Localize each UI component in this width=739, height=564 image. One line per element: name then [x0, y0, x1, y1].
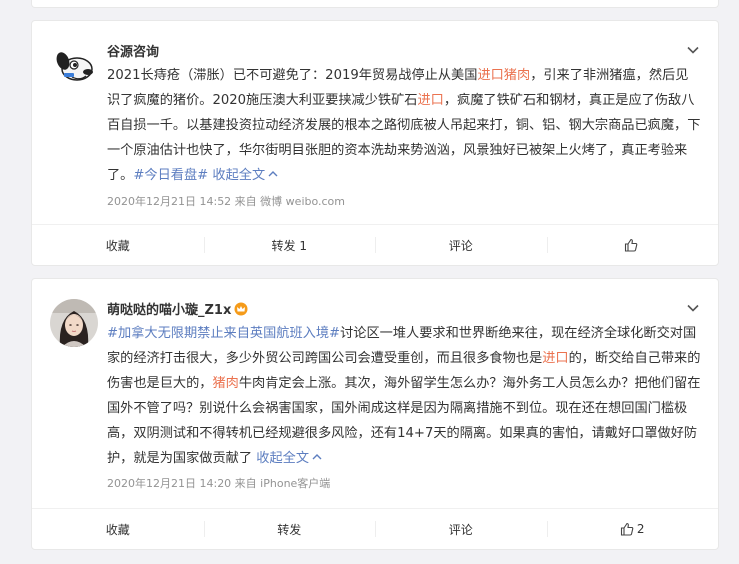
collect-button[interactable]: 收藏	[32, 509, 204, 549]
comment-button[interactable]: 评论	[375, 509, 547, 549]
topic-link[interactable]: #今日看盘#	[133, 168, 208, 183]
topic-link[interactable]: #加拿大无限期禁止来自英国航班入境#	[107, 326, 340, 341]
collapse-link[interactable]: 收起全文	[208, 168, 265, 183]
keyword-highlight: 进口	[542, 351, 569, 366]
chevron-up-icon[interactable]	[267, 169, 279, 179]
like-button[interactable]	[546, 225, 719, 265]
comment-label: 评论	[448, 238, 473, 253]
like-count: 2	[636, 522, 645, 536]
previous-post-card-edge	[31, 0, 719, 8]
repost-label: 转发 1	[271, 238, 307, 253]
repost-button[interactable]: 转发 1	[203, 225, 376, 265]
repost-button[interactable]: 转发	[203, 509, 376, 549]
collect-label: 收藏	[105, 522, 130, 537]
keyword-highlight: 进口	[417, 93, 444, 108]
keyword-highlight: 进口猪肉	[477, 68, 531, 83]
post-meta: 2020年12月21日 14:52 来自 微博 weibo.com	[107, 195, 346, 208]
collapse-link[interactable]: 收起全文	[252, 451, 309, 466]
like-button[interactable]: 2	[546, 509, 719, 549]
repost-label: 转发	[277, 522, 302, 537]
post-content: #加拿大无限期禁止来自英国航班入境#讨论区一堆人要求和世界断绝来往，现在经济全球…	[107, 321, 701, 471]
username[interactable]: 谷源咨询	[107, 41, 159, 60]
comment-label: 评论	[448, 522, 473, 537]
collect-label: 收藏	[105, 238, 130, 253]
action-bar: 收藏 转发 评论 2	[32, 508, 718, 549]
collect-button[interactable]: 收藏	[32, 225, 204, 265]
post-card: 萌哒哒的喵小璇_Z1x #加拿大无限期禁止来自英国航班入境#讨论区一堆人要求和世…	[31, 278, 719, 550]
keyword-highlight: 猪肉	[212, 376, 239, 391]
chevron-down-icon[interactable]	[686, 43, 700, 57]
content-text: 2021长痔疮（滞胀）已不可避免了：2019年贸易战停止从美国	[107, 68, 478, 83]
username[interactable]: 萌哒哒的喵小璇_Z1x	[107, 299, 248, 318]
chevron-up-icon[interactable]	[311, 452, 323, 462]
crown-icon	[234, 302, 248, 316]
comment-button[interactable]: 评论	[375, 225, 547, 265]
avatar[interactable]	[50, 41, 98, 89]
post-card: 谷源咨询 2021长痔疮（滞胀）已不可避免了：2019年贸易战停止从美国进口猪肉…	[31, 20, 719, 266]
post-meta: 2020年12月21日 14:20 来自 iPhone客户端	[107, 477, 331, 490]
chevron-down-icon[interactable]	[686, 301, 700, 315]
thumbs-up-icon	[624, 238, 638, 252]
thumbs-up-icon	[620, 522, 634, 536]
post-content: 2021长痔疮（滞胀）已不可避免了：2019年贸易战停止从美国进口猪肉，引来了非…	[107, 63, 701, 188]
username-text: 萌哒哒的喵小璇_Z1x	[107, 303, 232, 318]
avatar[interactable]	[50, 299, 98, 347]
action-bar: 收藏 转发 1 评论	[32, 224, 718, 265]
